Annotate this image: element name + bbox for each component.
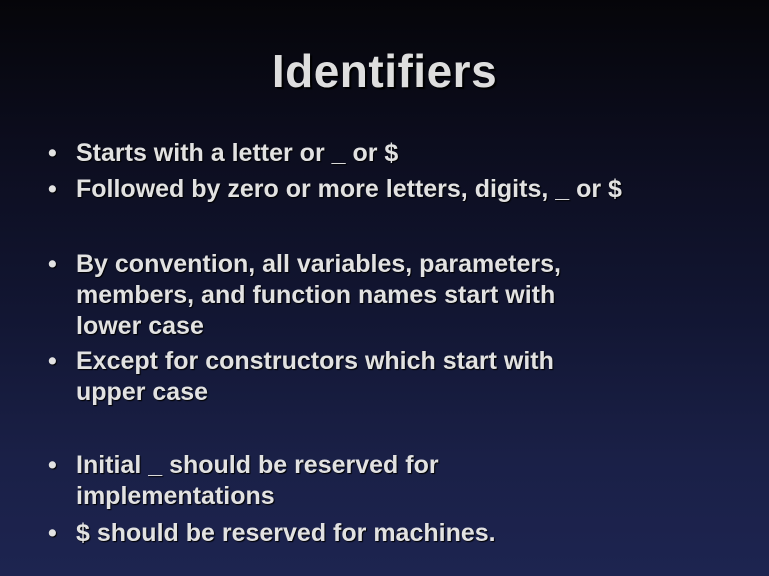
bullet-line: Except for constructors which start with bbox=[76, 347, 554, 375]
bullet-line: Initial _ should be reserved for bbox=[76, 451, 439, 479]
presentation-slide: Identifiers • Starts with a letter or _ … bbox=[0, 0, 769, 576]
bullet-line: upper case bbox=[76, 378, 209, 406]
bullet-text: Except for constructors which start with… bbox=[76, 346, 736, 408]
bullet-icon: • bbox=[48, 175, 57, 203]
bullet-icon: • bbox=[48, 250, 57, 278]
bullet-text: Followed by zero or more letters, digits… bbox=[76, 174, 736, 205]
bullet-line: Followed by zero or more letters, digits… bbox=[76, 175, 622, 203]
bullet-icon: • bbox=[48, 139, 57, 167]
bullet-line: Starts with a letter or _ or $ bbox=[76, 139, 399, 167]
bullet-icon: • bbox=[48, 451, 57, 479]
bullet-line: members, and function names start with bbox=[76, 281, 556, 309]
bullet-line: lower case bbox=[76, 312, 204, 340]
bullet-line: By convention, all variables, parameters… bbox=[76, 250, 561, 278]
bullet-line: implementations bbox=[76, 482, 275, 510]
bullet-text: By convention, all variables, parameters… bbox=[76, 249, 736, 342]
bullet-icon: • bbox=[48, 347, 57, 375]
bullet-text: Starts with a letter or _ or $ bbox=[76, 138, 736, 169]
bullet-icon: • bbox=[48, 519, 57, 547]
slide-title: Identifiers bbox=[271, 45, 498, 97]
bullet-text: Initial _ should be reserved for impleme… bbox=[76, 450, 736, 512]
bullet-line: $ should be reserved for machines. bbox=[76, 519, 496, 547]
bullet-text: $ should be reserved for machines. bbox=[76, 518, 736, 549]
